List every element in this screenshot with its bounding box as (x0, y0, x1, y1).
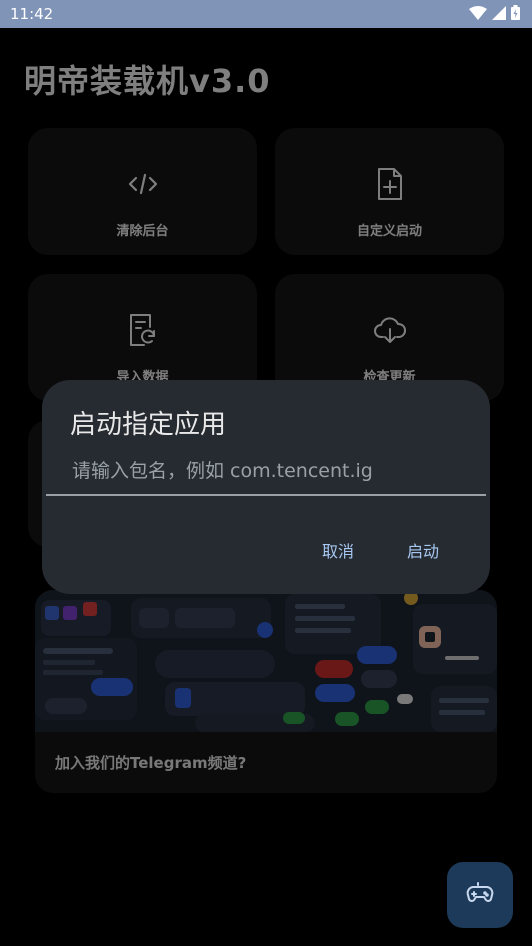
gamepad-icon (466, 882, 494, 908)
launch-app-dialog: 启动指定应用 取消 启动 (42, 380, 490, 594)
launch-button[interactable]: 启动 (407, 538, 439, 562)
battery-icon (511, 4, 520, 24)
status-bar: 11:42 (0, 0, 532, 28)
package-name-input[interactable] (46, 454, 486, 496)
wifi-icon (469, 5, 487, 24)
cancel-button[interactable]: 取消 (322, 538, 354, 562)
signal-icon (492, 5, 506, 24)
dialog-title: 启动指定应用 (70, 410, 227, 440)
status-icons (469, 4, 520, 24)
game-fab-button[interactable] (447, 862, 513, 928)
status-time: 11:42 (10, 5, 54, 23)
